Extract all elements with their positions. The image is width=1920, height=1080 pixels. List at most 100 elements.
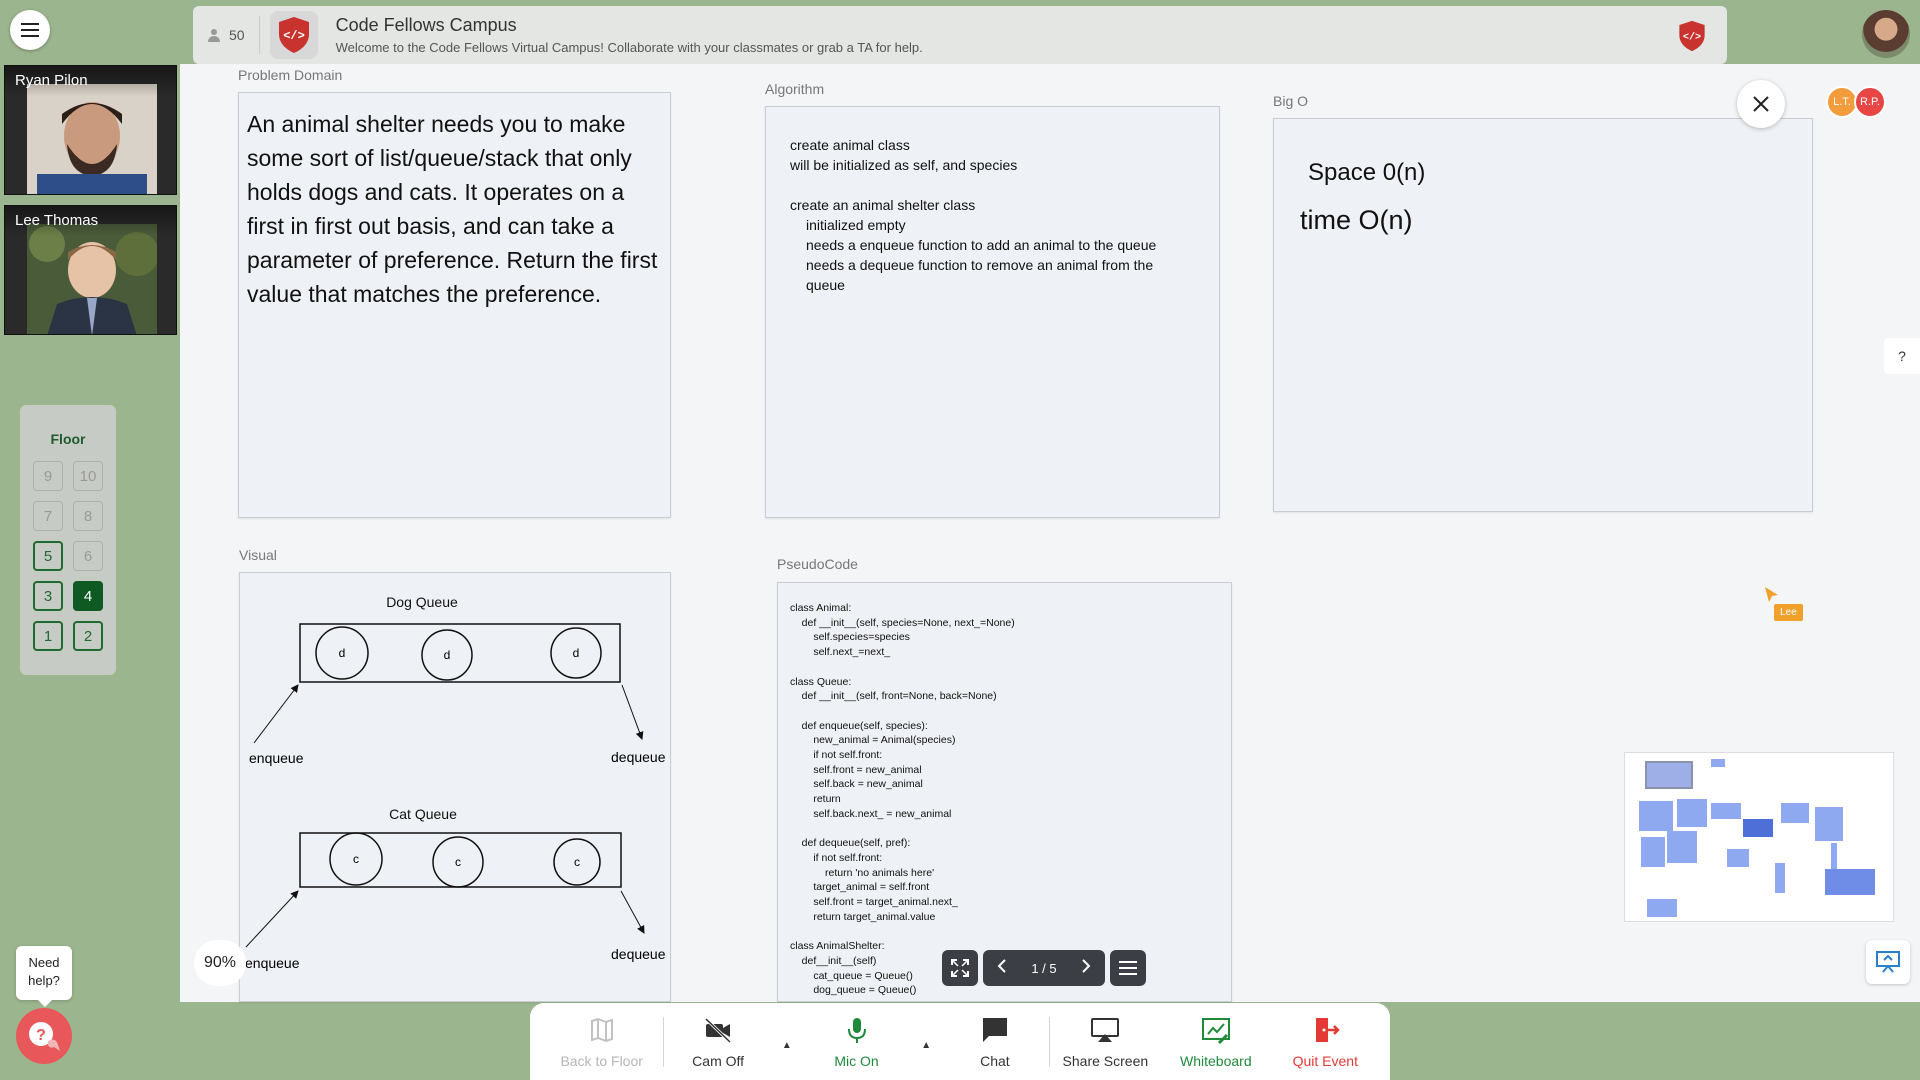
chat-bubble-icon (982, 1017, 1007, 1042)
close-whiteboard-button[interactable] (1737, 80, 1785, 128)
floor-button-5[interactable]: 5 (33, 541, 63, 571)
floor-button-1[interactable]: 1 (33, 621, 63, 651)
code-fellows-logo: </> (269, 11, 318, 59)
whiteboard-canvas[interactable]: Problem Domain An animal shelter needs y… (180, 64, 1920, 1002)
cat-queue-title: Cat Queue (389, 806, 457, 822)
pseudocode-card[interactable]: class Animal: def __init__(self, species… (777, 582, 1232, 1002)
visual-card[interactable]: Dog Queue d d d enqueue dequeue Cat Queu… (239, 572, 671, 1002)
whiteboard-label: Whiteboard (1180, 1052, 1252, 1069)
mic-label: Mic On (834, 1052, 879, 1069)
zoom-level[interactable]: 90% (194, 940, 246, 986)
microphone-icon (847, 1017, 866, 1043)
bottom-toolbar: Back to Floor Cam Off ▲ Mic On ▲ Chat Sh… (530, 1003, 1390, 1080)
remote-cursor-lee: Lee (1764, 586, 1803, 621)
problem-domain-card[interactable]: An animal shelter needs you to make some… (238, 92, 671, 518)
campus-header: 50 </> Code Fellows Campus Welcome to th… (193, 6, 1727, 64)
big-o-space: Space 0(n) (1308, 159, 1426, 186)
enqueue-arrow (245, 890, 299, 948)
fullscreen-button[interactable] (942, 950, 978, 986)
chat-label: Chat (980, 1052, 1010, 1069)
whiteboard-button[interactable]: Whiteboard (1161, 1003, 1270, 1080)
floor-button-4[interactable]: 4 (73, 581, 103, 611)
big-o-label: Big O (1273, 93, 1309, 109)
floor-button-2[interactable]: 2 (73, 621, 103, 651)
menu-lines-icon (1119, 961, 1137, 975)
algorithm-label: Algorithm (765, 81, 825, 97)
back-to-floor-label: Back to Floor (560, 1052, 643, 1069)
participant-count[interactable]: 50 (193, 16, 260, 54)
dequeue-arrow (620, 890, 645, 934)
whiteboard-icon (1201, 1017, 1230, 1044)
cat-dequeue-label: dequeue (611, 946, 666, 962)
svg-text:</>: </> (1683, 31, 1701, 43)
page-navigator: 1 / 5 (983, 950, 1105, 986)
video-tile-ryan[interactable]: Ryan Pilon (4, 65, 177, 195)
next-page-button[interactable] (1081, 958, 1091, 979)
help-chat-icon: ? (29, 1022, 60, 1051)
dog-enqueue-label: enqueue (249, 750, 304, 766)
big-o-time: time O(n) (1300, 205, 1413, 235)
video-name: Lee Thomas (5, 206, 176, 236)
presence-avatar-rp[interactable]: R.P. (1854, 86, 1886, 118)
main-menu-button[interactable] (10, 10, 50, 50)
screen-share-icon (1091, 1017, 1120, 1042)
presentation-mode-button[interactable] (1866, 940, 1910, 984)
chevron-right-icon (1082, 958, 1091, 973)
shield-code-icon: </> (1679, 20, 1705, 52)
chevron-left-icon (997, 958, 1006, 973)
quit-event-label: Quit Event (1292, 1052, 1358, 1069)
floor-button-9[interactable]: 9 (33, 461, 63, 491)
user-avatar[interactable] (1862, 10, 1910, 58)
camera-off-icon (705, 1017, 732, 1043)
problem-domain-label: Problem Domain (238, 67, 343, 83)
cursor-arrow-icon (1765, 587, 1778, 602)
floor-panel: Floor 9 10 7 8 5 6 3 4 1 2 (20, 405, 116, 675)
cat-node-label: c (455, 855, 461, 869)
help-button[interactable]: ? (16, 1008, 72, 1064)
help-tab[interactable]: ? (1884, 338, 1920, 374)
hamburger-icon (21, 23, 39, 37)
dog-node-label: d (339, 646, 346, 660)
cam-options-caret[interactable]: ▲ (772, 1040, 802, 1051)
big-o-card[interactable]: Space 0(n) time O(n) (1273, 118, 1813, 512)
video-feed (27, 224, 157, 334)
floor-button-3[interactable]: 3 (33, 581, 63, 611)
video-name: Ryan Pilon (5, 66, 176, 96)
cam-toggle-button[interactable]: Cam Off (664, 1003, 771, 1080)
floor-button-6[interactable]: 6 (73, 541, 103, 571)
brand-logo-right: </> (1677, 20, 1707, 57)
back-to-floor-button[interactable]: Back to Floor (540, 1003, 663, 1080)
share-screen-button[interactable]: Share Screen (1050, 1003, 1161, 1080)
chat-button[interactable]: Chat (941, 1003, 1048, 1080)
svg-text:?: ? (36, 1027, 46, 1044)
mic-options-caret[interactable]: ▲ (911, 1040, 941, 1051)
algorithm-line: create an animal shelter class (790, 197, 976, 213)
cat-node-label: c (353, 852, 359, 866)
expand-icon (951, 959, 969, 977)
algorithm-line: will be initialized as self, and species (790, 157, 1018, 173)
pseudocode-text: class Animal: def __init__(self, species… (790, 602, 1015, 997)
page-menu-button[interactable] (1110, 950, 1146, 986)
page-indicator: 1 / 5 (1031, 960, 1057, 976)
floor-button-8[interactable]: 8 (73, 501, 103, 531)
dog-node-label: d (444, 648, 451, 662)
svg-text:</>: </> (283, 29, 305, 43)
algorithm-line: needs a enqueue function to add an anima… (806, 237, 1157, 253)
campus-title: Code Fellows Campus (335, 15, 517, 35)
prev-page-button[interactable] (997, 958, 1007, 979)
cursor-label: Lee (1774, 604, 1803, 621)
floor-label: Floor (50, 431, 86, 447)
floor-button-10[interactable]: 10 (73, 461, 103, 491)
person-icon (208, 29, 220, 42)
quit-event-button[interactable]: Quit Event (1271, 1003, 1380, 1080)
algorithm-line: needs a dequeue function to remove an an… (806, 257, 1154, 293)
video-tile-lee[interactable]: Lee Thomas (4, 205, 177, 335)
whiteboard-minimap[interactable] (1624, 752, 1894, 922)
cam-label: Cam Off (692, 1052, 745, 1069)
algorithm-line: initialized empty (806, 217, 906, 233)
algorithm-card[interactable]: create animal class will be initialized … (765, 106, 1220, 518)
visual-label: Visual (239, 547, 277, 563)
floor-button-7[interactable]: 7 (33, 501, 63, 531)
mic-toggle-button[interactable]: Mic On (802, 1003, 911, 1080)
dequeue-arrow (621, 684, 644, 740)
